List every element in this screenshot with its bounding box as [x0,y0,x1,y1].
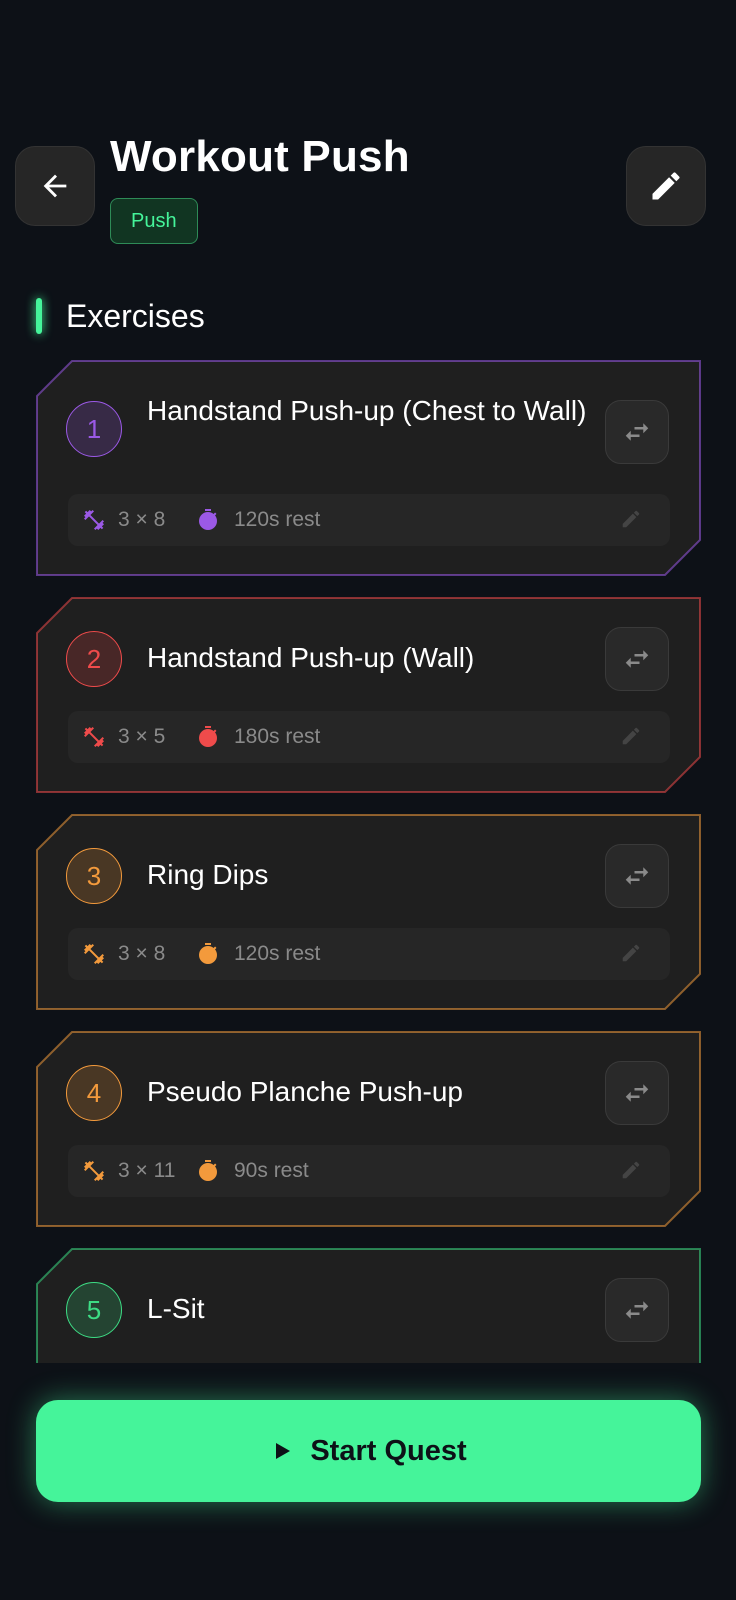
exercise-number: 4 [66,1065,122,1121]
timer-icon [199,726,217,747]
card-frame [36,814,701,1010]
timer-icon [199,509,217,530]
section-title: Exercises [66,298,205,334]
exercise-number: 1 [66,401,122,457]
page-title: Workout Push [110,132,410,181]
exercise-name: Handstand Push-up (Wall) [147,642,475,673]
edit-exercise-icon[interactable] [620,508,642,530]
swap-icon [625,423,649,441]
sets-reps: 3 × 8 [118,508,166,531]
edit-exercise-icon[interactable] [620,1159,642,1181]
exercise-name: Ring Dips [147,859,269,890]
exercise-card[interactable]: 3 Ring Dips 3 × 8 120s rest [36,814,701,1010]
pencil-icon [652,172,680,200]
exercise-stats: 3 × 11 90s rest [68,1145,670,1197]
category-tag: Push [110,198,198,244]
exercise-card[interactable]: 2 Handstand Push-up (Wall) 3 × 5 180s re… [36,597,701,793]
swap-icon [625,1084,649,1102]
edit-exercise-icon[interactable] [620,942,642,964]
start-quest-label: Start Quest [310,1434,467,1467]
rest-time: 90s rest [234,1159,309,1182]
swap-icon [625,867,649,885]
arrow-left-icon [43,174,67,198]
play-icon [276,1443,291,1459]
exercise-stats: 3 × 5 180s rest [68,711,670,763]
exercise-list: 1 Handstand Push-up (Chest to Wall) 3 × … [0,360,736,1363]
exercise-name: Handstand Push-up (Chest to Wall) [147,395,587,426]
exercise-card[interactable]: 5 L-Sit [36,1248,701,1363]
sets-reps: 3 × 8 [118,942,166,965]
dumbbell-icon [84,510,104,530]
sets-reps: 3 × 5 [118,725,166,748]
card-frame [36,597,701,793]
rest-time: 180s rest [234,725,321,748]
app-header: Workout Push Push [0,0,736,260]
swap-icon [625,650,649,668]
rest-time: 120s rest [234,508,321,531]
swap-exercise-button[interactable] [605,844,669,908]
back-button[interactable] [15,146,95,226]
exercise-number: 5 [66,1282,122,1338]
edit-exercise-icon[interactable] [620,725,642,747]
exercise-stats: 3 × 8 120s rest [68,928,670,980]
rest-time: 120s rest [234,942,321,965]
start-quest-button[interactable]: Start Quest [36,1400,701,1502]
exercise-name: Pseudo Planche Push-up [147,1076,463,1107]
timer-icon [199,943,217,964]
swap-exercise-button[interactable] [605,627,669,691]
timer-icon [199,1160,217,1181]
exercise-card[interactable]: 1 Handstand Push-up (Chest to Wall) 3 × … [36,360,701,576]
exercise-stats: 3 × 8 120s rest [68,494,670,546]
exercise-number: 3 [66,848,122,904]
card-frame [36,1031,701,1227]
section-accent-bar [36,298,42,334]
exercise-name: L-Sit [147,1293,205,1324]
sets-reps: 3 × 11 [118,1159,176,1182]
swap-exercise-button[interactable] [605,1061,669,1125]
swap-icon [625,1301,649,1319]
dumbbell-icon [84,727,104,747]
exercise-number: 2 [66,631,122,687]
swap-exercise-button[interactable] [605,400,669,464]
swap-exercise-button[interactable] [605,1278,669,1342]
exercise-card[interactable]: 4 Pseudo Planche Push-up 3 × 11 90s rest [36,1031,701,1227]
dumbbell-icon [84,1161,104,1181]
edit-workout-button[interactable] [626,146,706,226]
dumbbell-icon [84,944,104,964]
